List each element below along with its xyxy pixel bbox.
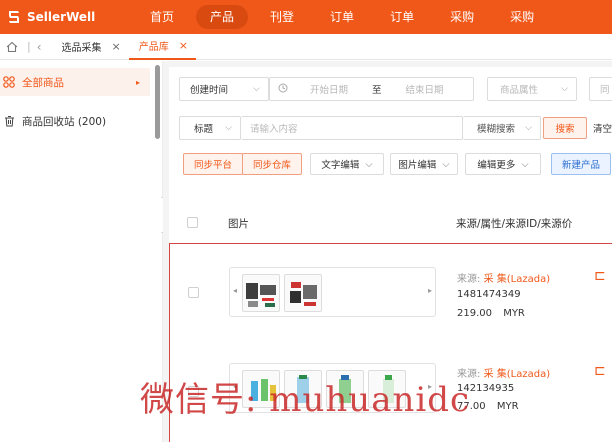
chevron-down-icon: ⌵ (525, 123, 532, 133)
sidebar-item-recycle-bin[interactable]: 商品回收站 (200) (0, 107, 150, 135)
sidebar-item-label: 商品回收站 (200) (22, 115, 107, 128)
brand-logo[interactable]: SellerWell (6, 9, 136, 25)
price-currency: MYR (496, 401, 519, 412)
home-icon[interactable] (3, 38, 21, 56)
select-placeholder: 商品属性 (500, 85, 539, 96)
search-input[interactable]: 请输入内容 (241, 116, 463, 140)
tab-label: 选品采集 (61, 43, 102, 54)
chevron-down-icon: ⌵ (561, 84, 568, 94)
link-action-icon[interactable]: ⊏ (594, 363, 606, 379)
column-header-source: 来源/属性/来源ID/来源价 (456, 217, 573, 230)
price-currency: MYR (503, 308, 525, 319)
chevron-down-icon: ⌵ (253, 84, 260, 94)
close-icon[interactable]: × (179, 39, 188, 52)
select-placeholder: 同 (600, 85, 610, 96)
clock-icon (278, 83, 288, 96)
sidebar-scrollbar[interactable] (155, 65, 160, 139)
select-all-checkbox[interactable] (187, 217, 198, 228)
tab-strip: | ‹ 选品采集 × 产品库 × (0, 34, 612, 60)
attribute-select[interactable]: 商品属性 ⌵ (487, 77, 577, 101)
chevron-left-icon[interactable]: ‹ (37, 40, 42, 54)
tab-collect[interactable]: 选品采集 × (52, 34, 129, 60)
start-date-placeholder[interactable]: 开始日期 (310, 82, 348, 96)
search-button[interactable]: 搜索 (543, 117, 587, 139)
source-value[interactable]: 采 集(Lazada) (484, 274, 551, 285)
title-field-select[interactable]: 标题 ⌵ (179, 116, 241, 140)
source-price: 219.00 MYR (457, 308, 525, 319)
image-edit-dropdown[interactable]: 图片编辑 ⌵ (390, 153, 458, 175)
product-thumbnail[interactable] (242, 274, 280, 312)
grid-icon (2, 75, 16, 89)
dropdown-label: 图片编辑 (398, 160, 437, 171)
nav-item-purchase-2[interactable]: 采购 (496, 5, 548, 29)
extra-filter-select[interactable]: 同 (589, 77, 612, 101)
source-label: 来源: (457, 274, 481, 285)
column-header-image: 图片 (228, 217, 249, 230)
product-thumbnail[interactable] (284, 274, 322, 312)
text-edit-dropdown[interactable]: 文字编辑 ⌵ (310, 153, 384, 175)
watermark-text: 微信号: muhuanidc (140, 380, 471, 420)
source-id: 1481474349 (457, 289, 521, 300)
sidebar-item-all-products[interactable]: 全部商品 ▸ (0, 68, 150, 96)
row-source: 来源: 采 集(Lazada) (457, 365, 550, 380)
chevron-down-icon: ⌵ (442, 158, 450, 170)
sync-platform-button[interactable]: 同步平台 (183, 153, 243, 175)
clear-button[interactable]: 清空 (593, 117, 612, 139)
source-value[interactable]: 采 集(Lazada) (484, 369, 551, 380)
end-date-placeholder[interactable]: 结束日期 (406, 82, 444, 96)
edit-more-dropdown[interactable]: 编辑更多 ⌵ (465, 153, 541, 175)
search-placeholder: 请输入内容 (250, 124, 298, 135)
nav-item-listing[interactable]: 刊登 (256, 5, 308, 29)
chevron-down-icon: ⌵ (365, 158, 373, 170)
select-value: 创建时间 (190, 85, 229, 96)
date-range-picker[interactable]: 开始日期 至 结束日期 (269, 77, 474, 101)
caret-left-icon[interactable]: ◂ (233, 286, 237, 295)
caret-right-icon[interactable]: ▸ (428, 286, 432, 295)
sellerwell-logo-icon (6, 9, 22, 25)
tab-label: 产品库 (138, 42, 169, 53)
trash-icon (2, 114, 16, 128)
divider: | (27, 40, 31, 53)
select-value: 标题 (194, 124, 214, 135)
image-strip: ◂ ▸ (229, 267, 436, 317)
fuzzy-search-select[interactable]: 模糊搜索 ⌵ (463, 116, 541, 140)
dropdown-label: 编辑更多 (477, 160, 516, 171)
top-navbar: SellerWell 首页 产品 刊登 订单 订单 采购 采购 (0, 0, 612, 34)
select-value: 模糊搜索 (477, 124, 516, 135)
main-nav: 首页 产品 刊登 订单 订单 采购 采购 (136, 0, 556, 34)
chevron-down-icon: ⌵ (225, 123, 232, 133)
row-checkbox[interactable] (188, 287, 199, 298)
nav-item-orders-2[interactable]: 订单 (376, 5, 428, 29)
table-row[interactable]: ◂ (170, 244, 612, 344)
close-icon[interactable]: × (112, 40, 121, 53)
date-range-separator: 至 (372, 85, 382, 96)
dropdown-label: 文字编辑 (321, 160, 360, 171)
row-source: 来源: 采 集(Lazada) (457, 270, 550, 285)
price-value: 219.00 (457, 308, 492, 319)
create-time-select[interactable]: 创建时间 ⌵ (179, 77, 269, 101)
nav-item-products[interactable]: 产品 (196, 5, 249, 29)
table-header: 图片 来源/属性/来源ID/来源价 (169, 205, 612, 241)
tab-product-library[interactable]: 产品库 × (128, 34, 196, 60)
nav-item-orders[interactable]: 订单 (316, 5, 368, 29)
chevron-down-icon: ⌵ (521, 158, 529, 170)
caret-right-icon: ▸ (135, 77, 140, 87)
nav-item-home[interactable]: 首页 (136, 5, 188, 29)
sync-warehouse-button[interactable]: 同步仓库 (242, 153, 302, 175)
link-action-icon[interactable]: ⊏ (594, 268, 606, 284)
new-product-button[interactable]: 新建产品 (551, 153, 611, 175)
brand-name: SellerWell (27, 10, 96, 24)
sidebar-item-label: 全部商品 (22, 76, 64, 89)
sidebar: 全部商品 ▸ 商品回收站 (200) (0, 61, 163, 442)
nav-item-purchase[interactable]: 采购 (436, 5, 488, 29)
